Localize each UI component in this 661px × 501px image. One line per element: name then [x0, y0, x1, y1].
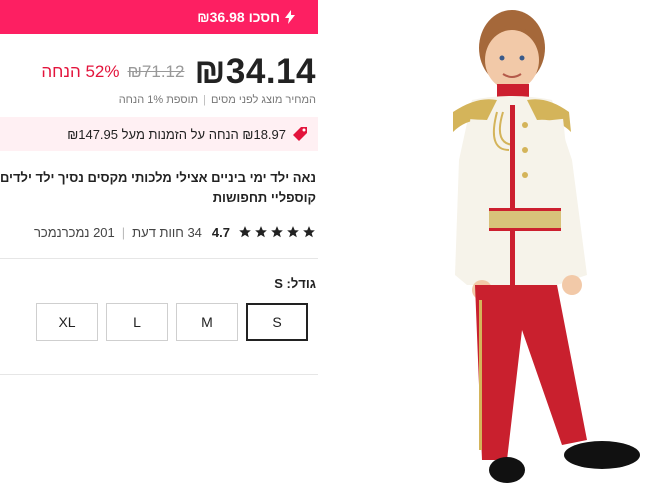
promo-text: ₪18.97 הנחה על הזמנות מעל ₪147.95: [67, 126, 286, 142]
promo-banner[interactable]: ₪18.97 הנחה על הזמנות מעל ₪147.95: [0, 117, 318, 151]
star-icon: [303, 226, 315, 238]
savings-text: חסכו ₪36.98: [197, 9, 280, 25]
product-title-line-2: קוספליי תחפושות: [212, 190, 316, 205]
product-title-line-1: נאה ילד ימי ביניים אצילי מלכותי מקסים נס…: [0, 170, 316, 185]
product-title: נאה ילד ימי ביניים אצילי מלכותי מקסים נס…: [0, 168, 318, 208]
current-price: ₪34.14: [194, 52, 316, 91]
size-option-l[interactable]: L: [106, 303, 168, 341]
sold-count: 201 נמכרנמכר: [33, 224, 115, 240]
price-row: ₪34.14 ₪71.12 52% הנחה: [0, 52, 318, 92]
size-label: גודל: S: [274, 276, 316, 291]
star-icon: [271, 226, 283, 238]
star-rating: [238, 225, 316, 239]
before-tax-note: המחיר מוצג לפני מסים: [210, 94, 316, 106]
reviews-count[interactable]: 34 חוות דעת: [132, 225, 202, 240]
product-image[interactable]: [437, 0, 661, 501]
product-info-panel: חסכו ₪36.98 ₪34.14 ₪71.12 52% הנחה המחיר…: [0, 0, 318, 501]
price-tag-icon: [293, 127, 307, 141]
lightning-icon: [285, 10, 295, 24]
divider: [0, 374, 318, 375]
note-separator: |: [203, 94, 206, 106]
divider: [0, 258, 318, 259]
extra-discount-note: תוספת 1% הנחה: [118, 94, 199, 106]
size-option-s[interactable]: S: [246, 303, 308, 341]
rating-row[interactable]: 4.7 34 חוות דעת | 201 נמכרנמכר: [0, 222, 318, 242]
star-icon: [239, 226, 251, 238]
size-selector: S M L XL: [0, 303, 318, 343]
size-option-xl[interactable]: XL: [36, 303, 98, 341]
original-price: ₪71.12: [127, 62, 185, 81]
price-note: המחיר מוצג לפני מסים | תוספת 1% הנחה: [0, 94, 318, 110]
star-icon: [255, 226, 267, 238]
rating-value: 4.7: [211, 224, 230, 240]
savings-banner: חסכו ₪36.98: [0, 0, 318, 34]
discount-percent: 52% הנחה: [41, 62, 120, 81]
rating-separator: |: [121, 224, 126, 240]
star-icon: [287, 226, 299, 238]
size-option-m[interactable]: M: [176, 303, 238, 341]
